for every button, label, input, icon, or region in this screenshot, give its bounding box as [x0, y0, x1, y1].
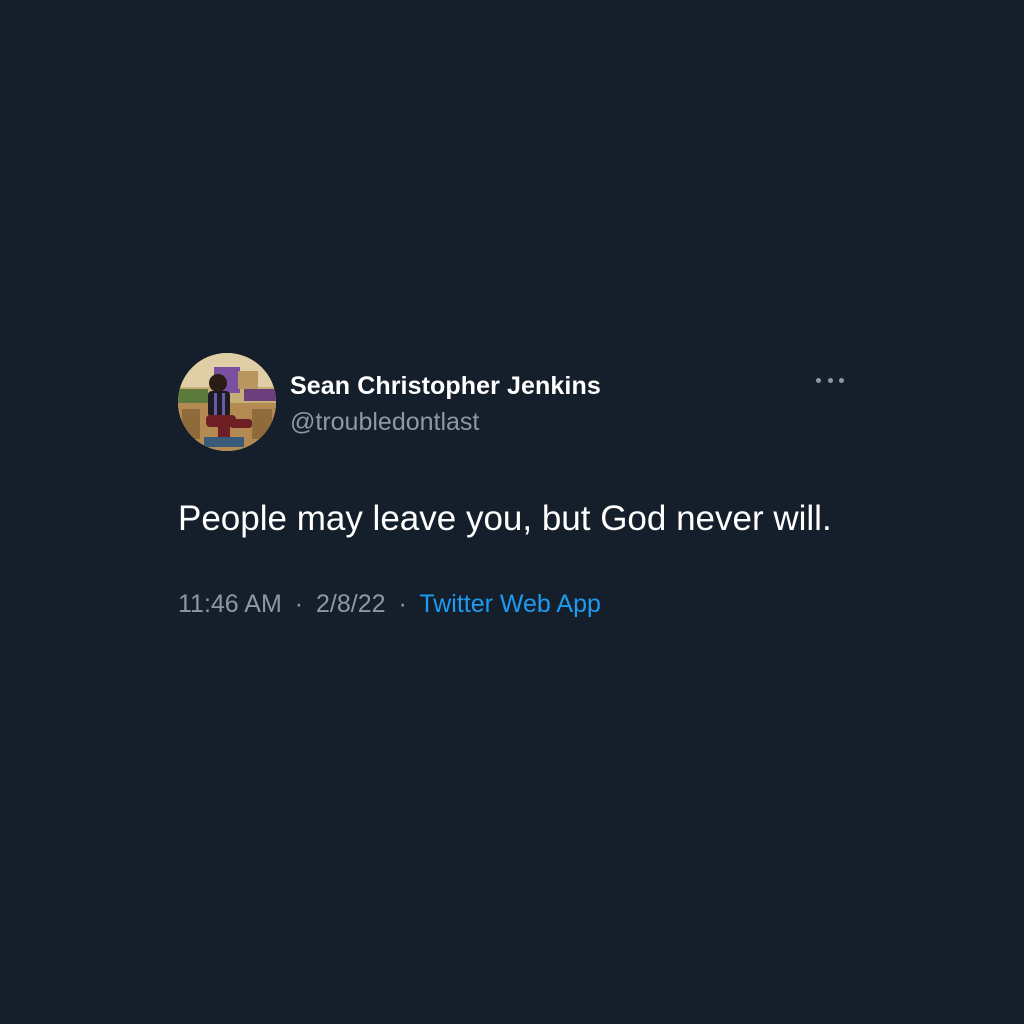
display-name[interactable]: Sean Christopher Jenkins — [290, 369, 601, 403]
tweet-text: People may leave you, but God never will… — [178, 499, 832, 538]
author-names: Sean Christopher Jenkins @troubledontlas… — [290, 369, 601, 439]
more-horizontal-icon[interactable] — [816, 375, 844, 385]
user-handle[interactable]: @troubledontlast — [290, 405, 601, 439]
meta-separator: · — [294, 590, 304, 618]
tweet-header: Sean Christopher Jenkins @troubledontlas… — [178, 353, 848, 453]
more-dot — [839, 377, 844, 383]
meta-separator: · — [398, 590, 407, 618]
more-dot — [827, 377, 833, 383]
tweet-date[interactable]: 2/8/22 — [316, 590, 386, 618]
more-dot — [816, 377, 821, 383]
avatar-photo — [178, 353, 276, 451]
avatar[interactable] — [178, 353, 276, 451]
tweet-meta: 11:46 AM · 2/8/22 · Twitter Web App — [178, 587, 848, 621]
tweet-card: Sean Christopher Jenkins @troubledontlas… — [178, 353, 848, 621]
tweet-time[interactable]: 11:46 AM — [178, 590, 282, 618]
tweet-source-link[interactable]: Twitter Web App — [419, 590, 601, 618]
